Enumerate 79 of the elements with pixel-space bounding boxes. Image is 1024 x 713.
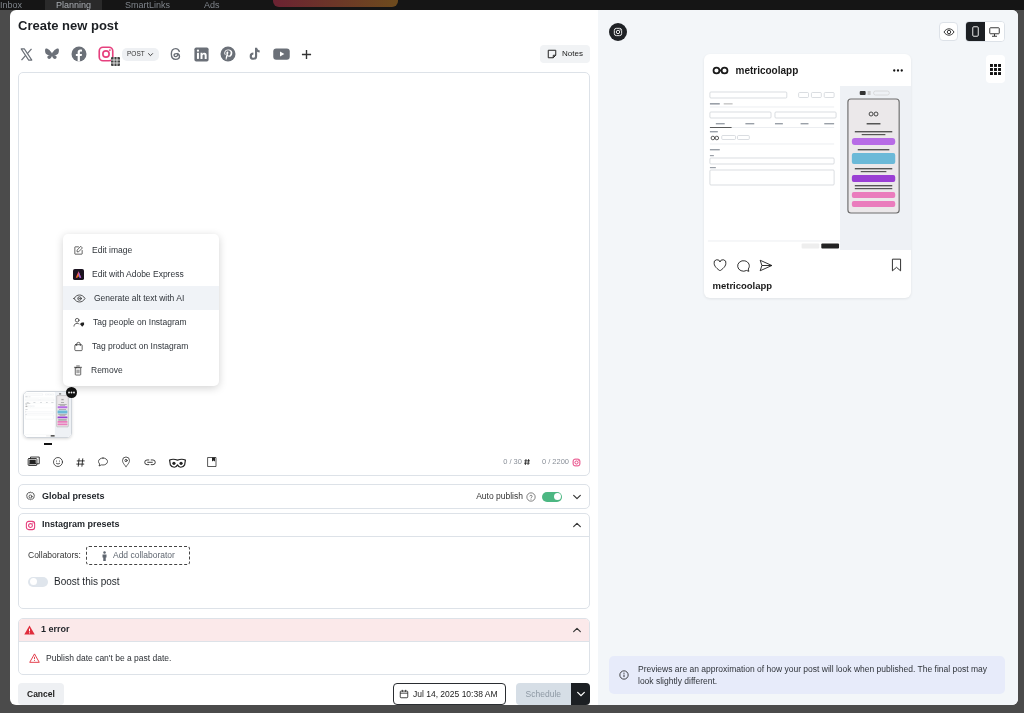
instagram-logo-icon <box>572 457 581 467</box>
facebook-logo-icon[interactable] <box>70 45 88 63</box>
chevron-down-icon <box>575 689 586 699</box>
info-icon <box>619 670 629 680</box>
speech-bubble-icon[interactable] <box>97 456 109 468</box>
account-name: metricoolapp <box>735 63 799 78</box>
menu-item[interactable]: Tag product on Instagram <box>63 334 219 358</box>
person-tag-icon <box>73 316 85 328</box>
mobile-view-button[interactable] <box>966 22 985 41</box>
hashtag-icon[interactable] <box>75 456 86 468</box>
pinterest-logo-icon[interactable] <box>218 45 237 63</box>
nav-tab[interactable]: Planning <box>45 0 103 10</box>
nav-tab[interactable]: Ads <box>193 0 231 10</box>
chevron-down-icon <box>146 50 154 58</box>
media-icon[interactable] <box>27 455 41 469</box>
date-picker-button[interactable]: Jul 14, 2025 10:38 AM <box>392 683 506 705</box>
auto-publish-toggle[interactable] <box>542 491 562 502</box>
grid-view-button[interactable] <box>986 55 1005 83</box>
trash-icon <box>73 364 83 376</box>
error-count: 1 error <box>41 623 70 637</box>
section-title: Instagram presets <box>42 518 120 532</box>
nav-tab[interactable]: Inbox <box>0 0 34 10</box>
phone-icon <box>972 26 979 37</box>
preview-visibility-button[interactable] <box>939 22 958 41</box>
youtube-logo-icon[interactable] <box>270 45 292 63</box>
schedule-options-button[interactable] <box>571 683 590 705</box>
edit-icon <box>73 244 84 256</box>
caption-account-name: metricoolapp <box>711 280 774 292</box>
send-icon[interactable] <box>758 258 773 272</box>
more-icon[interactable] <box>66 387 77 398</box>
drag-handle-icon[interactable] <box>44 443 52 445</box>
eye-icon <box>73 292 86 304</box>
image-thumbnail <box>23 391 72 438</box>
boost-label: Boost this post <box>54 575 120 589</box>
calendar-icon <box>398 689 409 699</box>
instagram-logo-icon <box>25 519 36 531</box>
logo-icon <box>711 65 729 75</box>
help-icon[interactable] <box>526 491 536 502</box>
menu-item[interactable]: Tag people on Instagram <box>63 310 219 334</box>
monitor-icon <box>989 26 1000 37</box>
error-message: Publish date can't be a past date. <box>46 651 172 665</box>
section-title: Global presets <box>42 489 105 503</box>
chevron-up-icon[interactable] <box>572 520 582 530</box>
auto-publish-label: Auto publish <box>476 490 523 503</box>
warning-icon <box>29 653 40 663</box>
menu-item[interactable]: Remove <box>63 358 219 382</box>
settings-icon[interactable] <box>25 491 36 502</box>
add-collaborator-button[interactable]: Add collaborator <box>85 546 190 565</box>
dialog-title: Create new post <box>18 17 120 35</box>
more-icon[interactable] <box>892 68 903 72</box>
note-icon <box>547 49 558 59</box>
collaborators-label: Collaborators: <box>28 549 81 562</box>
grid-badge-icon <box>111 57 120 66</box>
comment-icon[interactable] <box>735 258 750 272</box>
plus-icon[interactable] <box>300 48 312 60</box>
bag-icon <box>73 340 84 352</box>
file-icon[interactable] <box>206 456 218 468</box>
hashtag-icon <box>522 458 531 466</box>
bookmark-icon[interactable] <box>890 258 902 272</box>
linkedin-logo-icon[interactable] <box>192 45 210 63</box>
chevron-up-icon[interactable] <box>572 625 582 635</box>
menu-item[interactable]: Edit with Adobe Express <box>63 262 219 286</box>
person-icon <box>100 550 108 561</box>
x-logo-icon[interactable] <box>19 45 34 63</box>
warning-icon <box>24 625 35 635</box>
eye-icon <box>942 26 955 37</box>
map-pin-icon[interactable] <box>120 456 132 468</box>
heart-icon[interactable] <box>712 258 727 272</box>
notes-button[interactable]: Notes <box>540 45 590 63</box>
notice-text: Previews are an approximation of how your post will look when published. The final post may look slightly different. <box>638 663 988 687</box>
cancel-button[interactable]: Cancel <box>18 683 64 705</box>
menu-item[interactable]: Generate alt text with AI <box>63 286 219 310</box>
instagram-logo-icon[interactable] <box>609 22 627 41</box>
emoji-icon[interactable] <box>52 456 64 468</box>
app-logo-icon <box>73 268 84 280</box>
nav-tab[interactable]: SmartLinks <box>114 0 182 10</box>
menu-item[interactable]: Edit image <box>63 238 219 262</box>
grid-icon <box>990 63 1001 75</box>
boost-toggle[interactable] <box>28 576 48 587</box>
